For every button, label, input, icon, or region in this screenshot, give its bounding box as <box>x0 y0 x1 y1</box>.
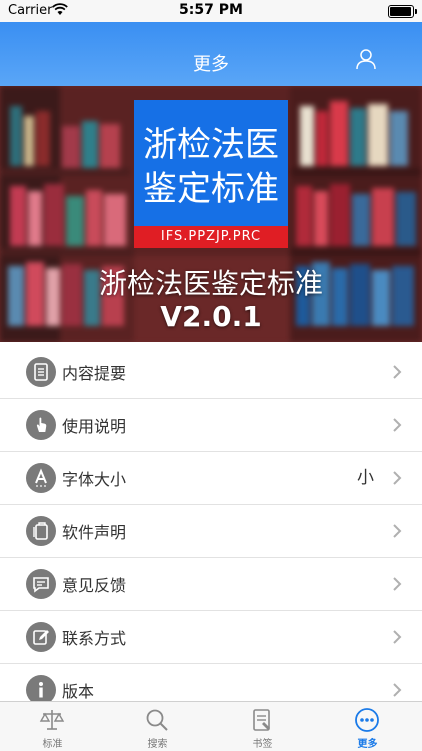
menu-item-summary[interactable]: 内容提要 <box>0 346 422 399</box>
logo-line-2: 鉴定标准 <box>143 169 279 209</box>
menu-item-feedback[interactable]: 意见反馈 <box>0 558 422 611</box>
chevron-right-icon <box>393 471 402 485</box>
menu-item-label: 使用说明 <box>62 417 127 436</box>
tab-label: 书签 <box>252 739 273 750</box>
menu-item-instructions[interactable]: 使用说明 <box>0 399 422 452</box>
search-icon <box>146 709 168 731</box>
app-logo: 浙检法医 鉴定标准 IFS.PPZJP.PRC <box>134 100 288 248</box>
user-icon[interactable] <box>355 48 377 70</box>
edit-icon <box>26 622 56 652</box>
tab-bookmarks[interactable]: 书签 <box>210 702 315 751</box>
app-version: V2.0.1 <box>160 300 262 333</box>
app-name: 浙检法医鉴定标准 <box>98 267 323 300</box>
status-time: 5:57 PM <box>179 2 243 18</box>
tab-more[interactable]: 更多 <box>315 702 420 751</box>
chevron-right-icon <box>393 365 402 379</box>
tab-search[interactable]: 搜索 <box>105 702 210 751</box>
navigation-bar: 更多 <box>0 22 422 86</box>
tab-label: 搜索 <box>147 739 168 750</box>
menu-item-label: 内容提要 <box>62 364 127 383</box>
logo-strip: IFS.PPZJP.PRC <box>134 226 288 248</box>
menu-item-label: 意见反馈 <box>62 576 127 595</box>
battery-icon <box>388 5 417 18</box>
chevron-right-icon <box>393 683 402 697</box>
feedback-icon <box>26 569 56 599</box>
chevron-right-icon <box>393 577 402 591</box>
menu-item-label: 联系方式 <box>62 629 127 648</box>
menu-item-contact[interactable]: 联系方式 <box>0 611 422 664</box>
menu-item-font-size[interactable]: 字体大小 小 <box>0 452 422 505</box>
status-bar: Carrier 5:57 PM <box>0 0 422 22</box>
tab-standards[interactable]: 标准 <box>0 702 105 751</box>
tab-label: 更多 <box>357 739 378 750</box>
font-size-value: 小 <box>357 468 374 488</box>
chevron-right-icon <box>393 630 402 644</box>
chevron-right-icon <box>393 418 402 432</box>
more-icon <box>355 708 379 732</box>
hand-pointer-icon <box>26 410 56 440</box>
menu-item-label: 版本 <box>62 682 95 701</box>
clipboard-icon <box>26 516 56 546</box>
chevron-right-icon <box>393 524 402 538</box>
font-size-icon <box>26 463 56 493</box>
bookmark-icon <box>253 709 270 731</box>
scale-icon <box>39 710 65 730</box>
menu-item-label: 字体大小 <box>62 470 127 489</box>
menu-item-label: 软件声明 <box>62 523 127 542</box>
document-icon <box>26 357 56 387</box>
tab-bar: 标准 搜索 书签 更多 <box>0 701 422 751</box>
logo-line-1: 浙检法医 <box>143 125 279 165</box>
settings-list: 内容提要 使用说明 字体大小 小 软件声明 意见反馈 联系方式 版本 <box>0 346 422 717</box>
menu-item-disclaimer[interactable]: 软件声明 <box>0 505 422 558</box>
app-banner: 浙检法医 鉴定标准 IFS.PPZJP.PRC 浙检法医鉴定标准 V2.0.1 <box>0 86 422 342</box>
tab-label: 标准 <box>42 739 63 750</box>
